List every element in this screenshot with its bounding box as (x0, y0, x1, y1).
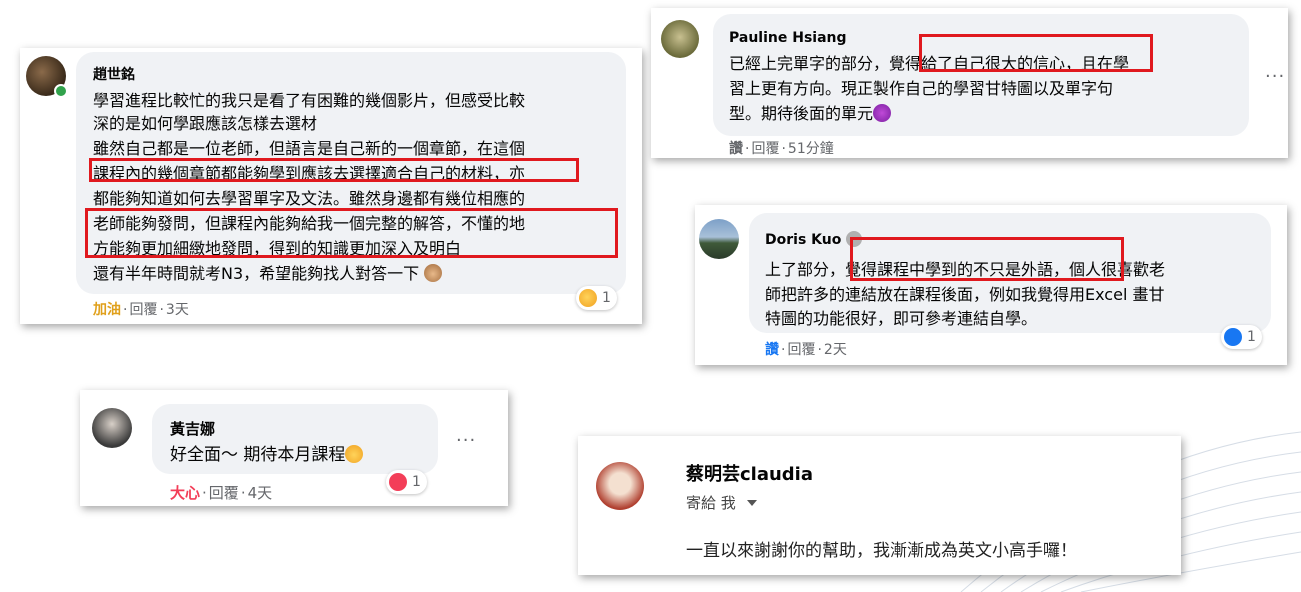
like-icon (1224, 328, 1242, 346)
avatar[interactable] (661, 20, 699, 58)
comment-card-1: 趙世銘 學習進程比較忙的我只是看了有困難的幾個影片，但感受比較 深的是如何學跟應… (20, 48, 642, 324)
dropdown-caret-icon[interactable] (746, 500, 757, 506)
reaction-count: 1 (412, 474, 421, 490)
reply-link[interactable]: 回覆 (787, 342, 815, 358)
comment-actions: 加油 · 回覆 · 3天 (93, 302, 189, 318)
more-options-icon[interactable]: ··· (456, 430, 476, 451)
recipient-line[interactable]: 寄給 我 (686, 492, 757, 513)
comment-text-line: 都能夠知道如何去學習單字及文法。雖然身邊都有幾位相應的 (93, 189, 526, 208)
sender-name[interactable]: 蔡明芸claudia (686, 460, 813, 486)
avatar[interactable] (699, 219, 739, 259)
comment-text: 型。期待後面的單元 (729, 104, 874, 123)
reaction-count: 1 (602, 290, 611, 306)
avatar[interactable] (92, 408, 132, 448)
commenter-name[interactable]: Pauline Hsiang (729, 30, 847, 46)
commenter-name[interactable]: 趙世銘 (93, 64, 135, 84)
reply-link[interactable]: 回覆 (751, 141, 779, 157)
comment-card-3: Doris Kuo 上了部分，覺得課程中學到的不只是外語，個人很喜歡老 師把許多… (695, 205, 1287, 365)
highlight-box (85, 208, 618, 258)
comment-text: 好全面～ 期待本月課程 (170, 445, 346, 465)
message-text: 一直以來謝謝你的幫助，我漸漸成為英文小高手囉！ (686, 541, 1077, 561)
comment-card-2: Pauline Hsiang 已經上完單字的部分，覺得給了自己很大的信心，且在學… (651, 8, 1288, 158)
highlight-box (919, 34, 1153, 72)
commenter-name-text: Doris Kuo (765, 232, 842, 248)
reaction-badge[interactable]: 1 (386, 470, 427, 494)
comment-card-4: 黃吉娜 好全面～ 期待本月課程 1 ··· 大心 · 回覆 · 4天 (80, 390, 508, 506)
reaction-badge[interactable]: 1 (576, 286, 617, 310)
message-card: 蔡明芸claudia 寄給 我 一直以來謝謝你的幫助，我漸漸成為英文小高手囉！ (578, 436, 1181, 575)
reply-link[interactable]: 回覆 (209, 484, 239, 502)
timestamp[interactable]: 51分鐘 (788, 141, 834, 157)
timestamp[interactable]: 2天 (824, 342, 847, 358)
star-eyes-emoji-icon (873, 104, 892, 122)
reply-link[interactable]: 回覆 (129, 302, 157, 318)
care-emoji-icon (579, 289, 597, 307)
comment-text-line: 學習進程比較忙的我只是看了有困難的幾個影片，但感受比較 (93, 91, 526, 110)
comment-text-line: 習上更有方向。現正製作自己的學習甘特圖以及單字句 (729, 79, 1114, 98)
commenter-name[interactable]: Doris Kuo (765, 231, 863, 248)
highlight-box (89, 158, 579, 182)
commenter-name[interactable]: 黃吉娜 (170, 418, 215, 439)
comment-actions: 讚 · 回覆 · 2天 (765, 342, 847, 358)
comment-actions: 大心 · 回覆 · 4天 (170, 484, 273, 502)
monkey-emoji-icon (424, 264, 443, 282)
more-options-icon[interactable]: ··· (1265, 66, 1285, 87)
recipient-text: 寄給 我 (686, 494, 736, 512)
comment-text-line: 特圖的功能很好，即可參考連結自學。 (765, 309, 1038, 328)
reaction-count: 1 (1247, 329, 1256, 345)
highlight-box (850, 237, 1124, 281)
avatar[interactable] (596, 462, 644, 510)
reaction-link[interactable]: 大心 (170, 484, 200, 502)
comment-text-line: 深的是如何學跟應該怎樣去選材 (93, 114, 318, 133)
comment-text: 還有半年時間就考N3，希望能夠找人對答一下 (93, 264, 420, 283)
like-link[interactable]: 讚 (729, 141, 743, 157)
timestamp[interactable]: 4天 (248, 484, 273, 502)
comment-text-line: 雖然自己都是一位老師，但語言是自己新的一個章節，在這個 (93, 139, 526, 158)
comment-text-line: 還有半年時間就考N3，希望能夠找人對答一下 (93, 260, 443, 284)
comment-text-line: 型。期待後面的單元 (729, 100, 892, 124)
timestamp[interactable]: 3天 (166, 302, 189, 318)
heart-icon (389, 473, 407, 491)
like-link[interactable]: 讚 (765, 342, 779, 358)
comment-text-line: 師把許多的連結放在課程後面，例如我覺得用Excel 畫甘 (765, 285, 1165, 304)
reaction-link[interactable]: 加油 (93, 302, 121, 318)
comment-text-line: 好全面～ 期待本月課程 (170, 440, 364, 465)
online-dot-icon (54, 84, 68, 98)
reaction-badge[interactable]: 1 (1221, 325, 1262, 349)
party-face-emoji-icon (345, 445, 364, 463)
comment-actions: 讚 · 回覆 · 51分鐘 (729, 141, 834, 157)
